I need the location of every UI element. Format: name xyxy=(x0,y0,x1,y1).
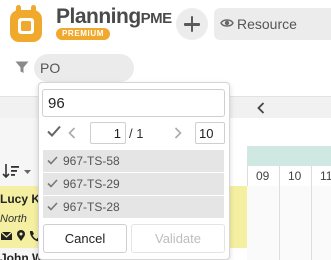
calendar-prev-button[interactable] xyxy=(252,96,272,120)
grid-divider xyxy=(311,186,312,260)
planningpme-logo-icon xyxy=(10,5,42,42)
day-header-11: 11 xyxy=(311,166,331,186)
app-header: PlanningPME PREMIUM Resource xyxy=(0,0,331,50)
page-size-input[interactable] xyxy=(195,122,225,144)
add-button[interactable] xyxy=(176,8,208,40)
checkmark-icon xyxy=(47,202,58,211)
search-input[interactable] xyxy=(42,89,225,117)
filter-value: PO xyxy=(40,60,61,76)
planning-grid[interactable] xyxy=(247,186,331,260)
brand-name-main: Planning xyxy=(56,5,141,28)
calendar-week-band xyxy=(247,146,331,166)
premium-badge: PREMIUM xyxy=(56,28,110,40)
result-item[interactable]: 967-TS-28 xyxy=(43,196,224,218)
grid-divider xyxy=(279,186,280,260)
result-label: 967-TS-58 xyxy=(63,154,120,168)
brand-name: PlanningPME xyxy=(56,5,172,29)
result-label: 967-TS-28 xyxy=(63,200,120,214)
chevron-right-icon[interactable] xyxy=(174,127,182,139)
chevron-left-icon xyxy=(257,102,265,114)
envelope-icon xyxy=(0,231,13,240)
day-header-10: 10 xyxy=(279,166,311,186)
result-item[interactable]: 967-TS-29 xyxy=(43,173,224,195)
check-all-icon[interactable] xyxy=(47,125,61,137)
cancel-button[interactable]: Cancel xyxy=(43,224,127,253)
funnel-icon[interactable] xyxy=(15,61,29,74)
result-label: 967-TS-29 xyxy=(63,177,120,191)
resource-label: Resource xyxy=(237,16,297,32)
map-pin-icon xyxy=(17,230,25,241)
resource-view-button[interactable]: Resource xyxy=(214,8,331,40)
checkmark-icon xyxy=(47,179,58,188)
resource-location: North xyxy=(0,213,27,225)
page-total: / 1 xyxy=(129,126,144,141)
brand-name-suffix: PME xyxy=(140,10,173,27)
result-item[interactable]: 967-TS-58 xyxy=(43,150,224,172)
eye-icon xyxy=(220,19,234,27)
page-number-input[interactable] xyxy=(90,122,126,144)
checkmark-icon xyxy=(47,156,58,165)
filter-search-popup: / 1 967-TS-58 967-TS-29 967-TS-28 Cancel… xyxy=(38,82,230,260)
day-header-09: 09 xyxy=(247,166,279,186)
resource-name[interactable]: Lucy K xyxy=(0,192,40,206)
chevron-left-icon[interactable] xyxy=(68,127,76,139)
filter-pill[interactable]: PO xyxy=(34,54,134,82)
sort-icon[interactable] xyxy=(2,163,22,179)
caret-down-icon[interactable] xyxy=(24,170,31,174)
validate-button[interactable]: Validate xyxy=(131,224,225,253)
